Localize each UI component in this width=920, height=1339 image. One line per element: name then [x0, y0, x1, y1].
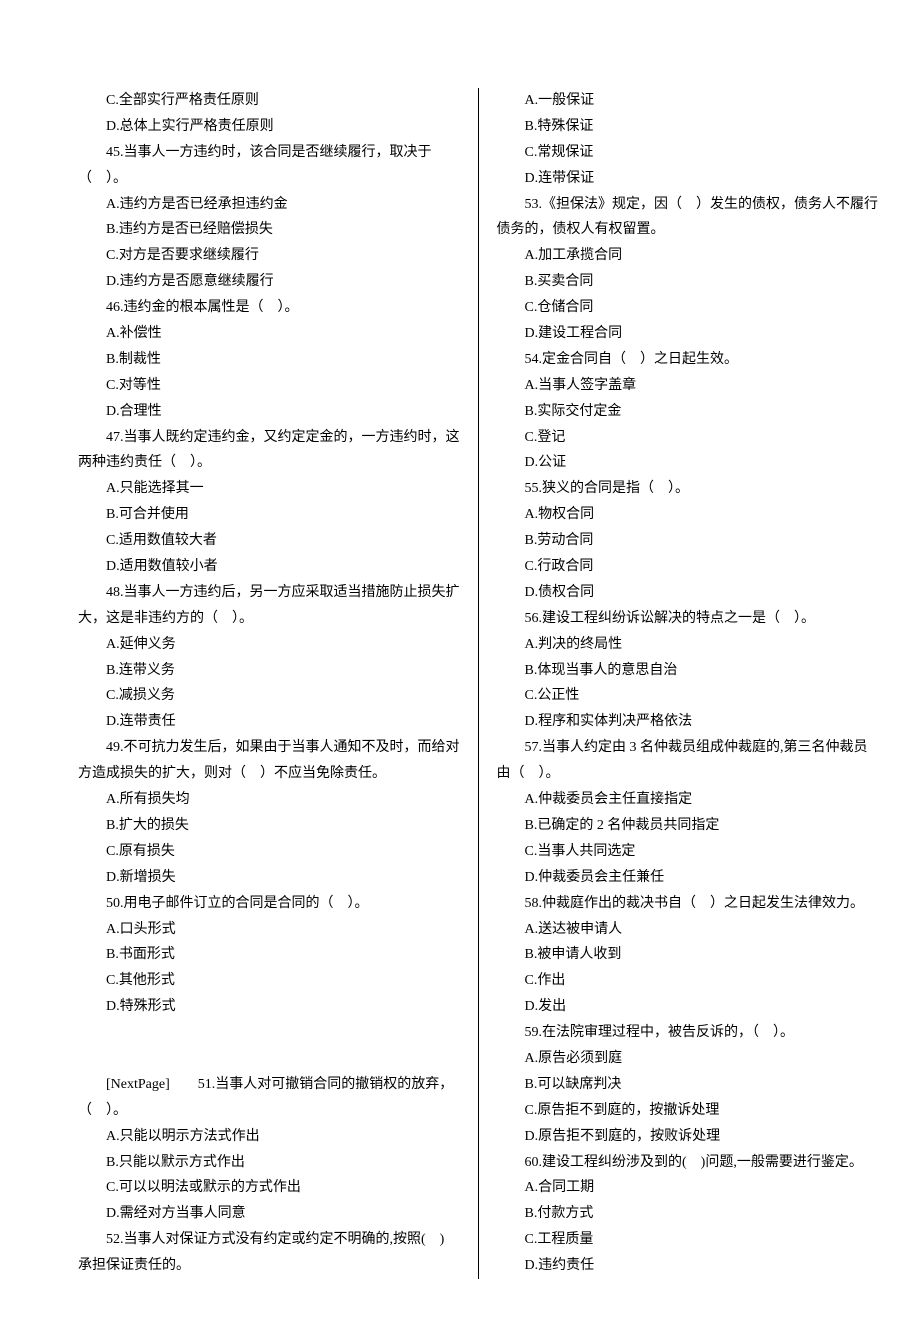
text-line: B.可以缺席判决 — [497, 1072, 879, 1098]
text-line: A.口头形式 — [78, 917, 460, 943]
text-line: A.合同工期 — [497, 1175, 879, 1201]
text-line: A.送达被申请人 — [497, 917, 879, 943]
text-line: C.适用数值较大者 — [78, 528, 460, 554]
text-line: 54.定金合同自（ ）之日起生效。 — [497, 347, 879, 373]
text-line: 53.《担保法》规定，因（ ）发生的债权，债务人不履行 — [497, 192, 879, 218]
text-line: D.建设工程合同 — [497, 321, 879, 347]
text-line: C.其他形式 — [78, 968, 460, 994]
text-line: C.工程质量 — [497, 1227, 879, 1253]
text-line: C.对等性 — [78, 373, 460, 399]
text-line: B.特殊保证 — [497, 114, 879, 140]
text-line: D.需经对方当事人同意 — [78, 1201, 460, 1227]
text-line: D.原告拒不到庭的，按败诉处理 — [497, 1124, 879, 1150]
text-line: A.违约方是否已经承担违约金 — [78, 192, 460, 218]
text-line: 60.建设工程纠纷涉及到的( )问题,一般需要进行鉴定。 — [497, 1150, 879, 1176]
text-line: A.原告必须到庭 — [497, 1046, 879, 1072]
text-line: C.作出 — [497, 968, 879, 994]
text-line: B.劳动合同 — [497, 528, 879, 554]
text-line: C.对方是否要求继续履行 — [78, 243, 460, 269]
text-line: B.违约方是否已经赔偿损失 — [78, 217, 460, 243]
text-line: A.只能以明示方法式作出 — [78, 1124, 460, 1150]
text-line: A.只能选择其一 — [78, 476, 460, 502]
text-line: B.书面形式 — [78, 942, 460, 968]
text-line: B.连带义务 — [78, 658, 460, 684]
right-column: A.一般保证B.特殊保证C.常规保证D.连带保证53.《担保法》规定，因（ ）发… — [479, 88, 897, 1279]
text-line: A.补偿性 — [78, 321, 460, 347]
text-line: A.延伸义务 — [78, 632, 460, 658]
text-line: A.物权合同 — [497, 502, 879, 528]
text-line: 45.当事人一方违约时，该合同是否继续履行，取决于 — [78, 140, 460, 166]
left-column: C.全部实行严格责任原则D.总体上实行严格责任原则45.当事人一方违约时，该合同… — [60, 88, 479, 1279]
text-line: C.常规保证 — [497, 140, 879, 166]
text-line: D.总体上实行严格责任原则 — [78, 114, 460, 140]
text-line: 52.当事人对保证方式没有约定或约定不明确的,按照( ) — [78, 1227, 460, 1253]
text-line: D.违约责任 — [497, 1253, 879, 1279]
text-line: 46.违约金的根本属性是（ ）。 — [78, 295, 460, 321]
text-line: C.登记 — [497, 425, 879, 451]
text-line: C.全部实行严格责任原则 — [78, 88, 460, 114]
text-line: B.只能以默示方式作出 — [78, 1150, 460, 1176]
text-line: D.新增损失 — [78, 865, 460, 891]
text-line: 两种违约责任（ ）。 — [78, 450, 460, 476]
text-line: C.减损义务 — [78, 683, 460, 709]
text-line: 承担保证责任的。 — [78, 1253, 460, 1279]
document-page: C.全部实行严格责任原则D.总体上实行严格责任原则45.当事人一方违约时，该合同… — [0, 0, 920, 1339]
text-line: 49.不可抗力发生后，如果由于当事人通知不及时，而给对 — [78, 735, 460, 761]
text-line: D.公证 — [497, 450, 879, 476]
text-line: 55.狭义的合同是指（ ）。 — [497, 476, 879, 502]
text-line: （ ）。 — [78, 166, 460, 192]
text-line: C.当事人共同选定 — [497, 839, 879, 865]
text-line: A.加工承揽合同 — [497, 243, 879, 269]
text-line: D.仲裁委员会主任兼任 — [497, 865, 879, 891]
text-line: B.买卖合同 — [497, 269, 879, 295]
text-line: D.特殊形式 — [78, 994, 460, 1020]
text-line: A.一般保证 — [497, 88, 879, 114]
text-line: D.连带保证 — [497, 166, 879, 192]
text-line: D.适用数值较小者 — [78, 554, 460, 580]
text-line: B.付款方式 — [497, 1201, 879, 1227]
text-line: A.判决的终局性 — [497, 632, 879, 658]
text-line: B.被申请人收到 — [497, 942, 879, 968]
text-line: 57.当事人约定由 3 名仲裁员组成仲裁庭的,第三名仲裁员 — [497, 735, 879, 761]
text-line: D.发出 — [497, 994, 879, 1020]
text-line: C.原告拒不到庭的，按撤诉处理 — [497, 1098, 879, 1124]
text-line: D.债权合同 — [497, 580, 879, 606]
text-line: （ ）。 — [78, 1098, 460, 1124]
text-line: B.扩大的损失 — [78, 813, 460, 839]
text-line: D.程序和实体判决严格依法 — [497, 709, 879, 735]
text-line: 58.仲裁庭作出的裁决书自（ ）之日起发生法律效力。 — [497, 891, 879, 917]
text-line: 47.当事人既约定违约金，又约定定金的，一方违约时，这 — [78, 425, 460, 451]
text-line — [78, 1046, 460, 1072]
text-line: C.可以以明法或默示的方式作出 — [78, 1175, 460, 1201]
text-line: D.连带责任 — [78, 709, 460, 735]
text-line: A.当事人签字盖章 — [497, 373, 879, 399]
text-line: 由（ ）。 — [497, 761, 879, 787]
text-line: B.体现当事人的意思自治 — [497, 658, 879, 684]
text-line: C.仓储合同 — [497, 295, 879, 321]
text-line: 方造成损失的扩大，则对（ ）不应当免除责任。 — [78, 761, 460, 787]
text-line: 56.建设工程纠纷诉讼解决的特点之一是（ ）。 — [497, 606, 879, 632]
text-line: 债务的，债权人有权留置。 — [497, 217, 879, 243]
text-line: A.所有损失均 — [78, 787, 460, 813]
two-column-layout: C.全部实行严格责任原则D.总体上实行严格责任原则45.当事人一方违约时，该合同… — [60, 88, 860, 1279]
text-line: B.实际交付定金 — [497, 399, 879, 425]
text-line: 59.在法院审理过程中，被告反诉的，（ ）。 — [497, 1020, 879, 1046]
text-line: B.可合并使用 — [78, 502, 460, 528]
text-line — [78, 1020, 460, 1046]
text-line: 48.当事人一方违约后，另一方应采取适当措施防止损失扩 — [78, 580, 460, 606]
text-line: B.制裁性 — [78, 347, 460, 373]
text-line: C.公正性 — [497, 683, 879, 709]
text-line: C.行政合同 — [497, 554, 879, 580]
text-line: 大，这是非违约方的（ ）。 — [78, 606, 460, 632]
text-line: D.合理性 — [78, 399, 460, 425]
text-line: [NextPage] 51.当事人对可撤销合同的撤销权的放弃， — [78, 1072, 460, 1098]
text-line: B.已确定的 2 名仲裁员共同指定 — [497, 813, 879, 839]
text-line: A.仲裁委员会主任直接指定 — [497, 787, 879, 813]
text-line: D.违约方是否愿意继续履行 — [78, 269, 460, 295]
text-line: C.原有损失 — [78, 839, 460, 865]
text-line: 50.用电子邮件订立的合同是合同的（ ）。 — [78, 891, 460, 917]
